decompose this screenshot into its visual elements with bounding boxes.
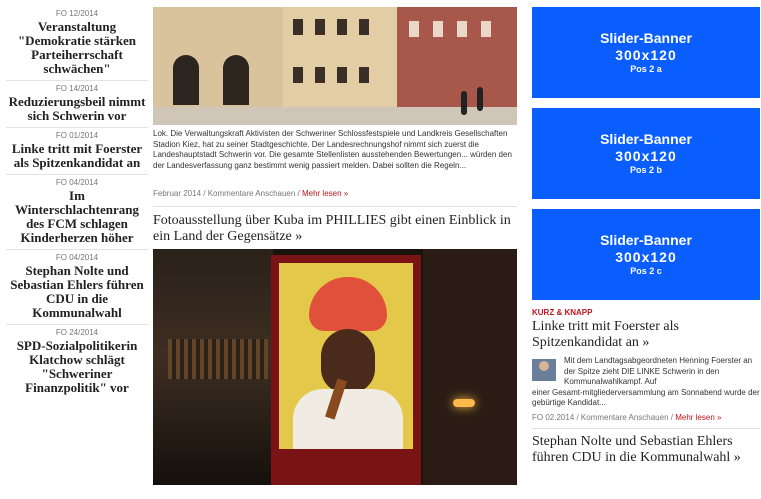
banner-position: Pos 2 b [629, 165, 662, 175]
banner-title: Slider-Banner [600, 232, 692, 248]
banner-size: 300x120 [615, 47, 677, 63]
news-date: FO 01/2014 [55, 131, 99, 140]
bottles-shape [168, 339, 268, 379]
window-shape [433, 21, 443, 37]
section-kicker: KURZ & KNAPP [532, 308, 593, 317]
sidebar-meta-text: FO 02.2014 / Kommentare Anschauen / [532, 412, 676, 422]
sidebar-headline-link[interactable]: Stephan Nolte und Sebastian Ehlers führe… [532, 434, 760, 466]
list-item[interactable]: FO 01/2014 Linke tritt mit Foerster als … [6, 128, 148, 175]
window-shape [293, 67, 303, 83]
news-title-link[interactable]: Linke tritt mit Foerster als Spitzenkand… [6, 142, 148, 170]
news-title-link[interactable]: SPD-Sozialpolitikerin Klatchow schlägt "… [6, 339, 148, 395]
article-meta: Februar 2014 / Kommentare Anschauen / Me… [153, 189, 517, 198]
news-title-link[interactable]: Im Winterschlachtenrang des FCM schlagen… [6, 189, 148, 245]
sidebar-teaser: Mit dem Landtagsabgeordneten Henning Foe… [532, 356, 760, 388]
news-title-link[interactable]: Stephan Nolte und Sebastian Ehlers führe… [6, 264, 148, 320]
window-shape [359, 67, 369, 83]
banner-size: 300x120 [615, 249, 677, 265]
sidebar-meta: FO 02.2014 / Kommentare Anschauen / Mehr… [532, 413, 760, 422]
news-date: FO 14/2014 [55, 84, 99, 93]
doorway-shape [223, 55, 249, 105]
article-photo-town-square[interactable] [153, 7, 517, 125]
article-meta-text: Februar 2014 / Kommentare Anschauen / [153, 189, 302, 198]
list-item[interactable]: FO 24/2014 SPD-Sozialpolitikerin Klatcho… [6, 325, 148, 399]
news-date: FO 04/2014 [55, 253, 99, 262]
window-shape [409, 21, 419, 37]
author-thumbnail[interactable] [532, 359, 556, 381]
person-shape [461, 91, 467, 115]
news-date: FO 24/2014 [55, 328, 99, 337]
read-more-link[interactable]: Mehr lesen » [302, 189, 348, 198]
banner-position: Pos 2 c [630, 266, 662, 276]
banner-position: Pos 2 a [630, 64, 662, 74]
window-shape [315, 19, 325, 35]
wall-shape [423, 249, 517, 485]
sidebar-teaser-text-continued: einer Gesamt-mitgliederversammlung am So… [532, 387, 760, 408]
article-headline-link[interactable]: Fotoausstellung über Kuba im PHILLIES gi… [153, 213, 517, 245]
article-teaser-text: Lok. Die Verwaltungskraft Aktivisten der… [153, 129, 512, 170]
dress-shape [293, 389, 403, 449]
slider-banner-b[interactable]: Slider-Banner 300x120 Pos 2 b [532, 108, 760, 199]
window-shape [337, 67, 347, 83]
window-shape [293, 19, 303, 35]
read-more-link[interactable]: Mehr lesen » [675, 413, 721, 422]
news-title-link[interactable]: Reduzierungsbeil nimmt sich Schwerin vor [6, 95, 148, 123]
window-shape [359, 19, 369, 35]
doorway-shape [173, 55, 199, 105]
slider-banner-c[interactable]: Slider-Banner 300x120 Pos 2 c [532, 209, 760, 300]
banner-size: 300x120 [615, 148, 677, 164]
right-sidebar: Slider-Banner 300x120 Pos 2 a Slider-Ban… [532, 7, 760, 466]
list-item[interactable]: FO 04/2014 Stephan Nolte und Sebastian E… [6, 250, 148, 325]
person-shape [477, 87, 483, 111]
list-item[interactable]: FO 14/2014 Reduzierungsbeil nimmt sich S… [6, 81, 148, 128]
lamp-shape [453, 399, 475, 407]
news-date: FO 12/2014 [55, 9, 99, 18]
window-shape [481, 21, 491, 37]
window-shape [315, 67, 325, 83]
article-photo-exhibition[interactable] [153, 249, 517, 485]
news-title-link[interactable]: Veranstaltung "Demokratie stärken Partei… [6, 20, 148, 76]
window-shape [337, 19, 347, 35]
list-item[interactable]: FO 04/2014 Im Winterschlachtenrang des F… [6, 175, 148, 250]
sidebar-headline-link[interactable]: Linke tritt mit Foerster als Spitzenkand… [532, 319, 760, 351]
left-news-list: FO 12/2014 Veranstaltung "Demokratie stä… [6, 6, 148, 399]
banner-title: Slider-Banner [600, 30, 692, 46]
banner-title: Slider-Banner [600, 131, 692, 147]
divider [532, 427, 760, 429]
list-item[interactable]: FO 12/2014 Veranstaltung "Demokratie stä… [6, 6, 148, 81]
main-article-column: Lok. Die Verwaltungskraft Aktivisten der… [153, 7, 517, 485]
news-date: FO 04/2014 [55, 178, 99, 187]
divider [153, 206, 517, 207]
sidebar-teaser-text: Mit dem Landtagsabgeordneten Henning Foe… [564, 356, 753, 386]
slider-banner-a[interactable]: Slider-Banner 300x120 Pos 2 a [532, 7, 760, 98]
window-shape [457, 21, 467, 37]
face-shape [321, 329, 375, 393]
